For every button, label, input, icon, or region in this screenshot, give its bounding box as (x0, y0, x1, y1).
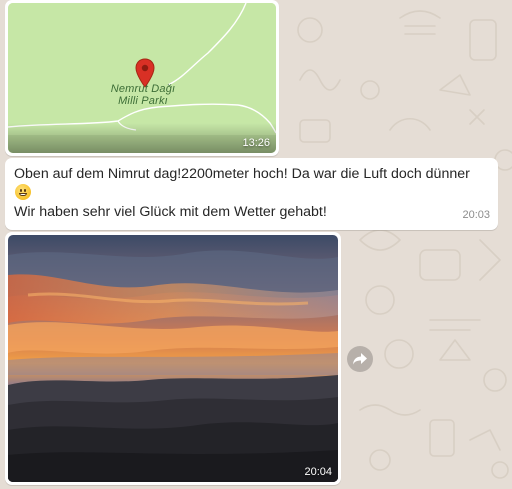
map-place-line1: Nemrut Dağı (110, 83, 176, 95)
map-place-name: Nemrut Dağı Milli Parkı (82, 83, 204, 107)
forward-arrow-icon (353, 353, 367, 365)
message-text-line1: Oben auf dem Nimrut dag!2200meter hoch! … (14, 166, 470, 182)
sunset-image (8, 235, 338, 482)
location-message[interactable]: Nemrut Dağı Milli Parkı 13:26 (5, 0, 279, 156)
message-text-line2: Wir haben sehr viel Glück mit dem Wetter… (14, 204, 327, 220)
message-time: 20:04 (304, 466, 332, 478)
grinning-face-emoji-icon (14, 184, 489, 203)
message-time: 13:26 (242, 137, 270, 149)
text-message[interactable]: Oben auf dem Nimrut dag!2200meter hoch! … (5, 158, 498, 230)
image-message[interactable]: 20:04 (5, 232, 341, 485)
forward-button[interactable] (347, 346, 373, 372)
sunset-photo[interactable]: 20:04 (8, 235, 338, 482)
map-preview[interactable]: Nemrut Dağı Milli Parkı 13:26 (8, 3, 276, 153)
message-time: 20:03 (462, 209, 490, 221)
map-time-overlay (8, 123, 276, 153)
map-place-line2: Milli Parkı (118, 95, 168, 107)
